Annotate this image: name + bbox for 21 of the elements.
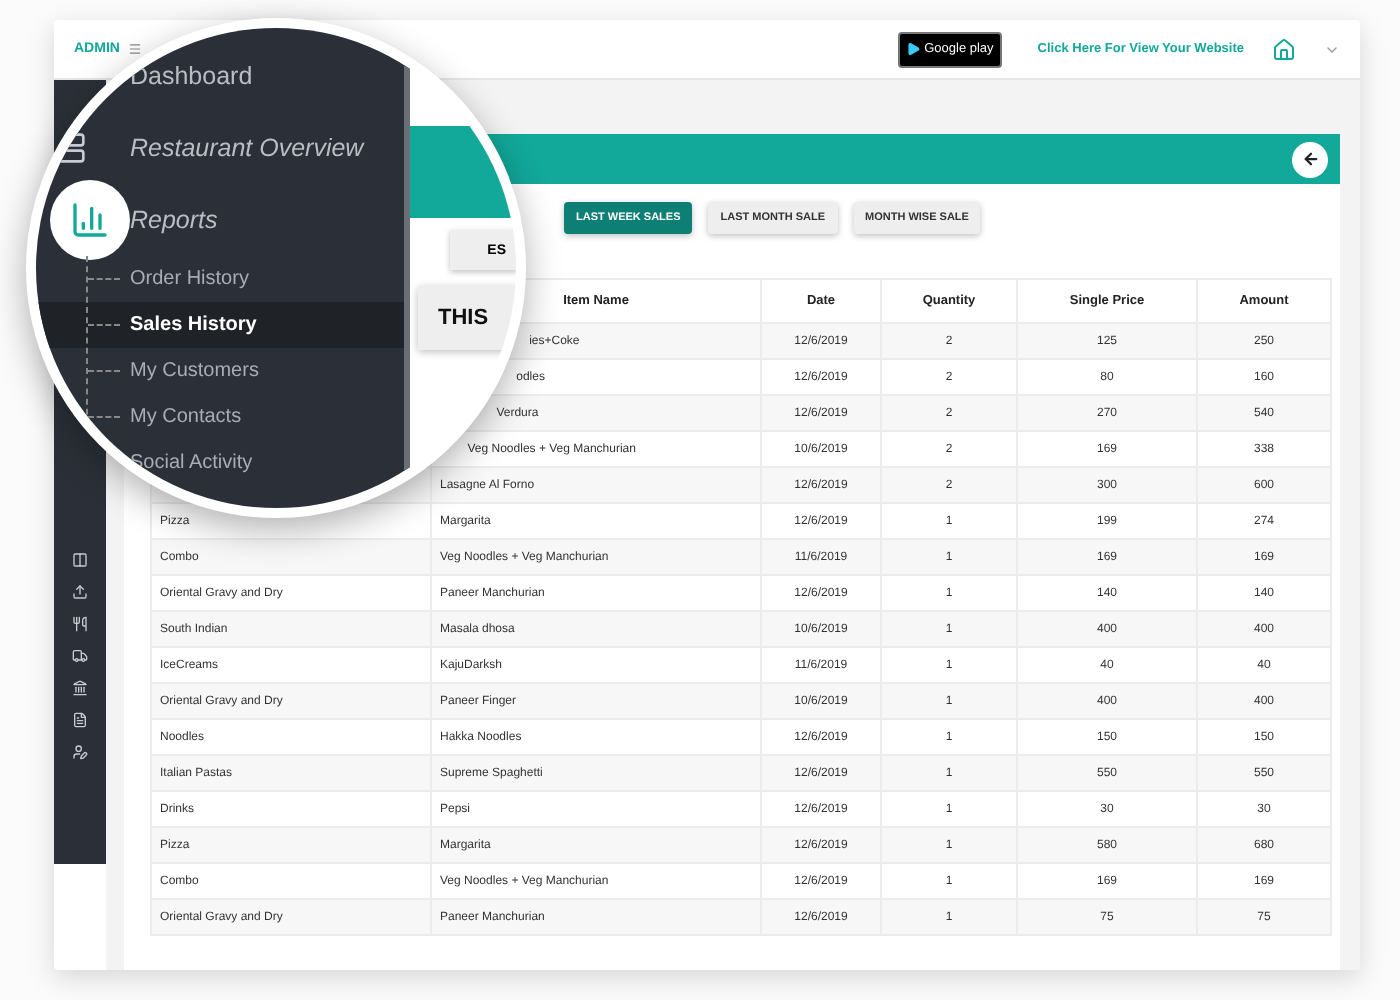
filter-button[interactable]: THIS [418,286,516,350]
submenu-item[interactable]: Sales History [36,302,404,348]
cutlery-icon[interactable] [72,616,88,632]
header-bar [410,126,516,218]
menu-item[interactable]: Reports [130,206,218,234]
submenu-item[interactable]: Order History [36,256,404,302]
arrow-left-icon [1301,150,1319,168]
bank-icon[interactable] [72,680,88,696]
upload-icon[interactable] [72,584,88,600]
document-icon[interactable] [72,712,88,728]
menu-item[interactable]: Dashboard [130,62,253,90]
logo-icon [1272,37,1296,61]
bar-chart-icon [50,180,130,260]
submenu-item[interactable]: My Customers [36,348,404,394]
back-button[interactable] [1292,141,1328,177]
truck-icon[interactable] [72,648,88,664]
menu-item[interactable]: Restaurant Overview [130,134,364,162]
menu-icon[interactable] [127,42,142,56]
submenu-item[interactable]: My Contacts [36,394,404,440]
user-edit-icon[interactable] [72,744,88,760]
columns-icon[interactable] [72,552,88,568]
